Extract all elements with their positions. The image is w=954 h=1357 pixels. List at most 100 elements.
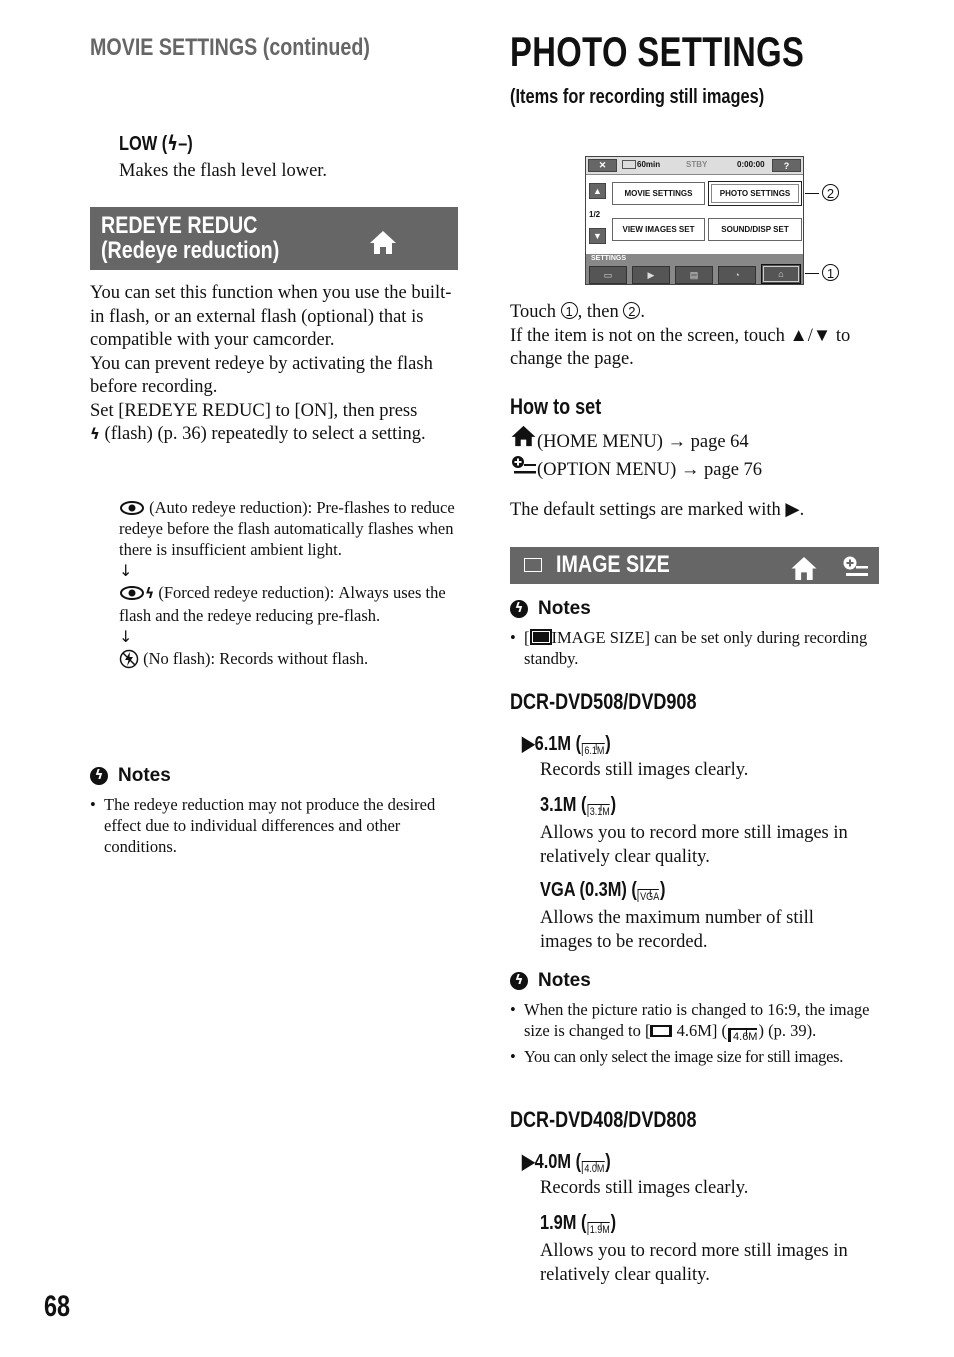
section-subtitle: (Redeye reduction) xyxy=(101,237,280,264)
battery-remaining: 60min xyxy=(637,160,661,169)
size-option-3.1m: 3.1M (3.1M) xyxy=(540,794,617,818)
image-size-vga-icon: VGA xyxy=(637,889,660,903)
intro-paragraph: You can prevent redeye by activating the… xyxy=(90,353,433,398)
callout-line xyxy=(805,193,819,194)
section-title: IMAGE SIZE xyxy=(556,551,670,578)
size-option-desc: Records still images clearly. xyxy=(540,760,749,780)
page-indicator: 1/2 xyxy=(589,210,601,219)
page-down-button[interactable]: ▼ xyxy=(589,228,606,244)
battery-icon xyxy=(622,160,636,169)
page-title: PHOTO SETTINGS xyxy=(510,28,805,75)
redeye-mode-noflash: (No flash): Records without flash. xyxy=(119,648,455,669)
intro-paragraph: ϟ (flash) (p. 36) repeatedly to select a… xyxy=(90,424,426,444)
camcorder-screen-illustration: ✕ 60min STBY 0:00:00 ? ▲ 1/2 ▼ MOVIE SET… xyxy=(585,156,804,285)
note-item: [IMAGE SIZE] can be set only during reco… xyxy=(510,627,880,669)
size-option-1.9m: 1.9M (1.9M) xyxy=(540,1212,617,1236)
settings-strip-label: SETTINGS xyxy=(586,254,803,264)
sequence-arrow: ↓ xyxy=(119,627,133,646)
image-size-6.1m-icon: 6.1M xyxy=(581,743,605,757)
section-title: REDEYE REDUC xyxy=(101,212,258,239)
page-subtitle: (Items for recording still images) xyxy=(510,86,765,108)
option-menu-icon xyxy=(512,455,536,473)
close-button[interactable]: ✕ xyxy=(588,159,617,172)
flash-icon: ϟ xyxy=(90,425,100,443)
size-option-desc: Allows you to record more still images i… xyxy=(540,823,848,867)
notes-list: The redeye reduction may not produce the… xyxy=(90,794,460,857)
home-icon xyxy=(370,231,396,254)
others-tab[interactable]: ▤ xyxy=(675,266,713,284)
model-heading-508-908: DCR-DVD508/DVD908 xyxy=(510,689,697,714)
note-item: When the picture ratio is changed to 16:… xyxy=(510,999,882,1043)
callout-1-ref: 1 xyxy=(560,302,578,319)
touch-instructions: Touch 1, then 2. If the item is not on t… xyxy=(510,301,880,372)
image-size-4.6m-icon: 4.6M xyxy=(728,1028,758,1043)
redeye-icon xyxy=(120,501,144,515)
caution-icon: ϟ xyxy=(510,600,528,618)
status-text: STBY xyxy=(686,160,708,169)
page-change-instruction: If the item is not on the screen, touch … xyxy=(510,325,851,370)
page-number: 68 xyxy=(44,1290,71,1323)
low-item-title-text: LOW (ϟ–) xyxy=(119,131,193,155)
low-item-title: LOW (ϟ–) xyxy=(119,131,209,156)
camera-tab[interactable]: ▭ xyxy=(589,266,627,284)
flash-icon: ϟ xyxy=(145,586,155,602)
movie-settings-button[interactable]: MOVIE SETTINGS xyxy=(612,182,705,205)
size-option-desc: Allows the maximum number of still image… xyxy=(540,908,814,952)
intro-paragraph: Set [REDEYE REDUC] to [ON], then press xyxy=(90,400,418,421)
size-option-desc: Allows you to record more still images i… xyxy=(540,1241,848,1285)
manage-tab[interactable]: ◔ xyxy=(718,266,756,284)
redeye-reduc-section-bar: REDEYE REDUC (Redeye reduction) xyxy=(90,207,458,270)
notes-list: When the picture ratio is changed to 16:… xyxy=(510,999,882,1067)
intro-paragraph: You can set this function when you use t… xyxy=(90,283,452,350)
image-size-4.0m-icon: 4.0M xyxy=(581,1161,605,1175)
touch-line: Touch 1, then 2. xyxy=(510,302,645,322)
callout-line xyxy=(805,273,819,274)
home-icon xyxy=(511,425,536,447)
image-size-1.9m-icon: 1.9M xyxy=(587,1222,610,1236)
default-marker: ▶ xyxy=(522,1151,535,1173)
time-counter: 0:00:00 xyxy=(737,160,765,169)
photo-settings-button[interactable]: PHOTO SETTINGS xyxy=(708,181,802,206)
view-images-set-button[interactable]: VIEW IMAGES SET xyxy=(612,218,705,241)
size-option-desc: Records still images clearly. xyxy=(540,1178,749,1198)
callout-2-ref: 2 xyxy=(623,302,641,319)
lcd-category-tabs: ▭ ▶ ▤ ◔ ⌂ xyxy=(586,264,803,284)
notes-heading: ϟ Notes xyxy=(90,765,171,787)
redeye-mode-auto: (Auto redeye reduction): Pre-flashes to … xyxy=(119,498,455,559)
how-to-set-list: (HOME MENU) → page 64 (OPTION MENU) → pa… xyxy=(510,425,880,482)
note-item: You can only select the image size for s… xyxy=(510,1046,882,1067)
default-settings-note: The default settings are marked with ▶. xyxy=(510,500,805,520)
sound-disp-set-button[interactable]: SOUND/DISP SET xyxy=(708,218,802,241)
image-size-icon xyxy=(529,629,552,645)
redeye-mode-forced: ϟ (Forced redeye reduction): Always uses… xyxy=(119,583,446,625)
notes-heading: ϟ Notes xyxy=(510,970,591,992)
how-to-set-heading: How to set xyxy=(510,394,602,419)
image-size-section-bar: IMAGE SIZE xyxy=(510,547,879,584)
running-header-text: MOVIE SETTINGS (continued) xyxy=(90,34,370,61)
caution-icon: ϟ xyxy=(510,972,528,990)
size-option-6.1m: ▶6.1M (6.1M) xyxy=(522,733,611,757)
sequence-arrow: ↓ xyxy=(119,561,133,580)
redeye-modes-list: (Auto redeye reduction): Pre-flashes to … xyxy=(119,497,455,669)
no-flash-icon xyxy=(119,649,139,669)
size-option-vga: VGA (0.3M) (VGA) xyxy=(540,879,666,903)
wide-16-9-icon xyxy=(650,1025,673,1037)
model-heading-408-808: DCR-DVD408/DVD808 xyxy=(510,1107,697,1132)
playback-tab[interactable]: ▶ xyxy=(632,266,670,284)
image-size-icon xyxy=(524,558,542,572)
callout-1: 1 xyxy=(822,264,839,281)
flash-icon: ϟ xyxy=(167,131,179,155)
caution-icon: ϟ xyxy=(90,767,108,785)
image-size-3.1m-icon: 3.1M xyxy=(587,804,610,818)
redeye-intro: You can set this function when you use t… xyxy=(90,282,462,447)
help-button[interactable]: ? xyxy=(772,159,801,172)
settings-toolbox-tab[interactable]: ⌂ xyxy=(761,264,801,284)
page-up-button[interactable]: ▲ xyxy=(589,183,606,199)
running-header: MOVIE SETTINGS (continued) xyxy=(90,34,431,62)
default-marker: ▶ xyxy=(522,733,535,755)
option-menu-icon xyxy=(843,556,868,576)
home-icon xyxy=(791,556,817,581)
lcd-status-bar: ✕ 60min STBY 0:00:00 ? xyxy=(586,157,803,175)
home-menu-ref: (HOME MENU) → page 64 xyxy=(510,425,880,455)
size-option-4.0m: ▶4.0M (4.0M) xyxy=(522,1151,611,1175)
